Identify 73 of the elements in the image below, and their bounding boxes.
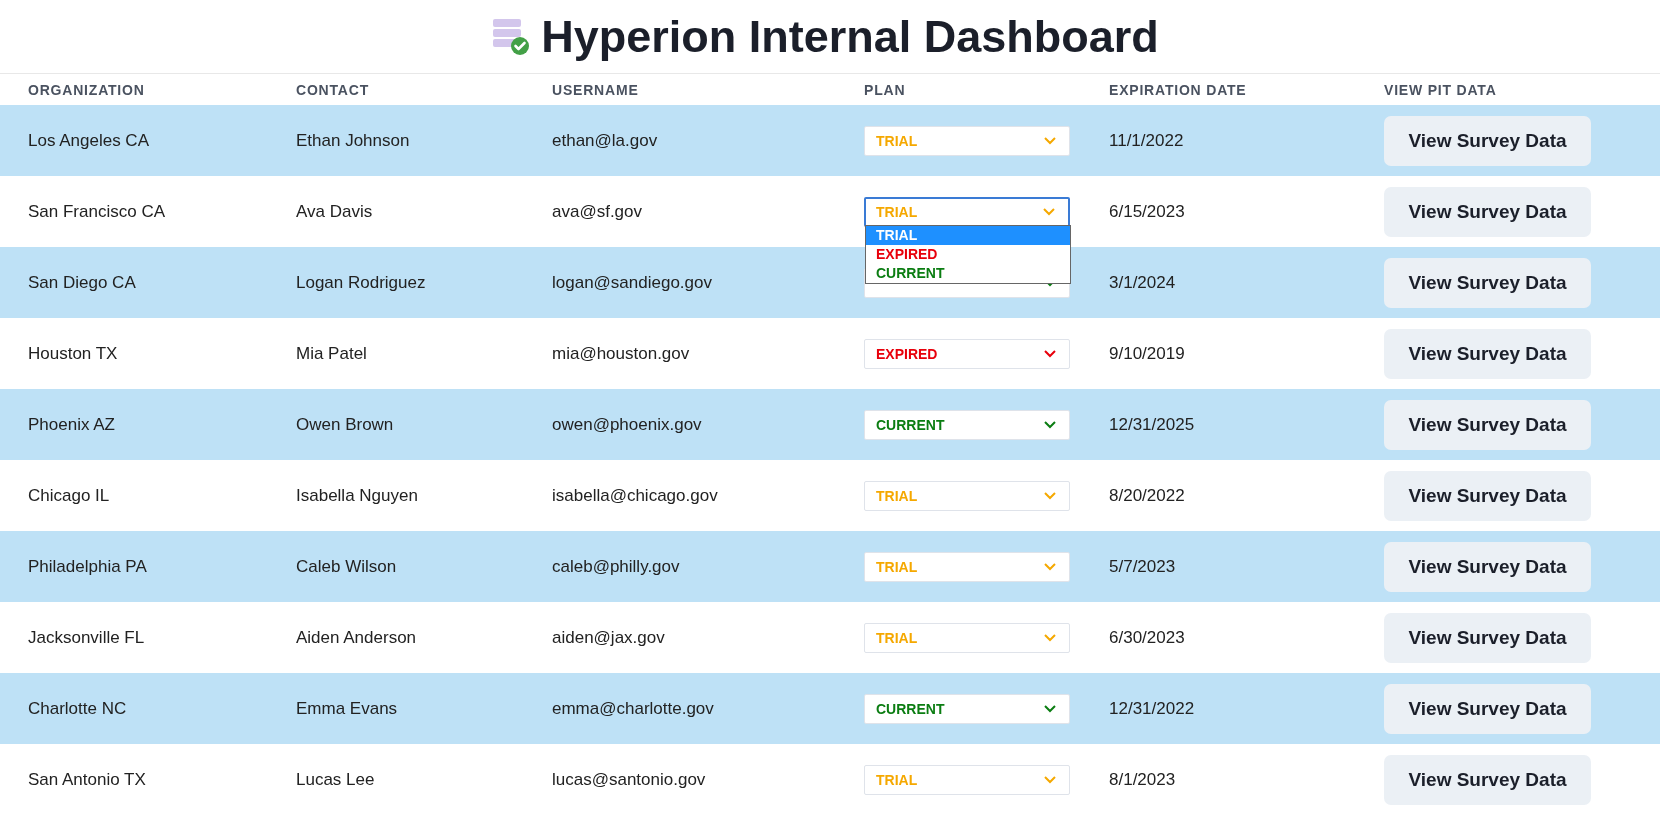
contact-cell-text: Isabella Nguyen [296,485,419,506]
expiration-cell-text: 11/1/2022 [1109,130,1185,151]
view-survey-data-button[interactable]: View Survey Data [1384,683,1591,734]
column-header: VIEW PIT DATA [1384,81,1498,98]
view-survey-data-button[interactable]: View Survey Data [1384,115,1591,166]
contact-cell-text: Emma Evans [296,698,399,719]
username-cell-text: emma@charlotte.gov [552,698,715,719]
chevron-down-icon [1043,633,1057,642]
organization-cell-text: Phoenix AZ [28,414,116,435]
chevron-down-icon [1042,207,1056,216]
view-survey-data-button[interactable]: View Survey Data [1384,186,1591,237]
chevron-down-icon [1043,491,1057,500]
page-title: Hyperion Internal Dashboard [541,10,1159,63]
username-cell-text: owen@phoenix.gov [552,414,703,435]
expiration-cell-text: 6/15/2023 [1109,201,1186,222]
plan-option[interactable]: CURRENT [866,263,1070,283]
contact-cell-text: Ethan Johnson [296,130,411,151]
organization-cell-text: Los Angeles CA [28,130,150,151]
expiration-cell-text: 9/10/2019 [1109,343,1186,364]
expiration-cell-text: 8/20/2022 [1109,485,1186,506]
organization-cell-text: Houston TX [28,343,119,364]
chevron-down-icon [1043,136,1057,145]
contact-cell-text: Logan Rodriguez [296,272,427,293]
plan-select[interactable]: CURRENT [864,693,1070,724]
chevron-down-icon [1043,349,1057,358]
organization-cell-text: Charlotte NC [28,698,128,719]
organization-cell-text: Jacksonville FL [28,627,146,648]
column-header: PLAN [864,81,907,98]
contact-cell-text: Ava Davis [296,201,374,222]
username-cell-text: ethan@la.gov [552,130,659,151]
view-survey-data-button[interactable]: View Survey Data [1384,754,1591,805]
database-check-icon [491,16,532,57]
expiration-cell-text: 6/30/2023 [1109,627,1186,648]
plan-option[interactable]: EXPIRED [866,244,1070,264]
username-cell-text: isabella@chicago.gov [552,485,719,506]
chevron-down-icon [1043,562,1057,571]
contact-cell-text: Caleb Wilson [296,556,398,577]
column-header: ORGANIZATION [28,81,146,98]
username-cell-text: mia@houston.gov [552,343,691,364]
username-cell-text: caleb@philly.gov [552,556,681,577]
organization-cell-text: Philadelphia PA [28,556,148,577]
view-survey-data-button[interactable]: View Survey Data [1384,470,1591,521]
expiration-cell-text: 5/7/2023 [1109,556,1177,577]
view-survey-data-button[interactable]: View Survey Data [1384,328,1591,379]
contact-cell-text: Lucas Lee [296,769,376,790]
contact-cell-text: Aiden Anderson [296,627,418,648]
view-survey-data-button[interactable]: View Survey Data [1384,541,1591,592]
organization-cell-text: San Francisco CA [28,201,166,222]
column-header: EXPIRATION DATE [1109,81,1248,98]
expiration-cell-text: 3/1/2024 [1109,272,1177,293]
username-cell-text: logan@sandiego.gov [552,272,713,293]
chevron-down-icon [1043,420,1057,429]
view-survey-data-button[interactable]: View Survey Data [1384,399,1591,450]
organization-cell-text: San Antonio TX [28,769,147,790]
chevron-down-icon [1043,775,1057,784]
view-survey-data-button[interactable]: View Survey Data [1384,612,1591,663]
plan-select[interactable]: EXPIRED [864,338,1070,369]
expiration-cell-text: 12/31/2025 [1109,414,1196,435]
username-cell-text: aiden@jax.gov [552,627,666,648]
plan-select[interactable]: CURRENT [864,409,1070,440]
column-header: CONTACT [296,81,370,98]
contact-cell-text: Owen Brown [296,414,395,435]
organization-cell-text: Chicago IL [28,485,111,506]
contact-cell-text: Mia Patel [296,343,368,364]
chevron-down-icon [1043,704,1057,713]
expiration-cell-text: 8/1/2023 [1109,769,1177,790]
username-cell-text: lucas@santonio.gov [552,769,707,790]
column-header: USERNAME [552,81,640,98]
view-survey-data-button[interactable]: View Survey Data [1384,257,1591,308]
organization-cell-text: San Diego CA [28,272,137,293]
plan-option[interactable]: TRIAL [866,225,1070,245]
expiration-cell-text: 12/31/2022 [1109,698,1196,719]
username-cell-text: ava@sf.gov [552,201,644,222]
